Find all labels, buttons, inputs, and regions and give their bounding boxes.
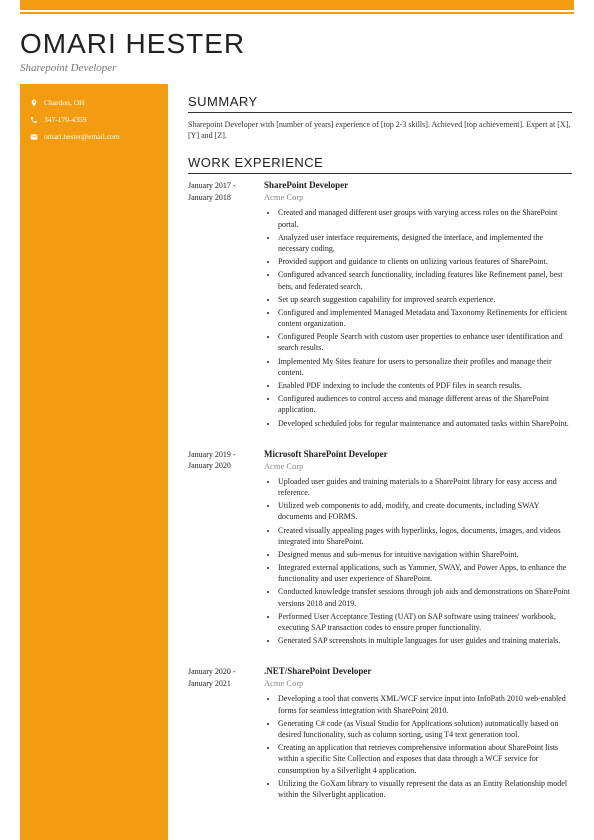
job-bullets: Developing a tool that converts XML/WCF …: [264, 693, 572, 800]
contact-phone: 347-170-4359: [30, 115, 158, 124]
job-bullet: Created visually appealing pages with hy…: [278, 525, 572, 547]
job-body: Microsoft SharePoint Developer Acme Corp U…: [264, 449, 572, 649]
contact-email: omari.hester@email.com: [30, 132, 158, 141]
job-bullet: Configured People Search with custom use…: [278, 331, 572, 353]
job-bullet: Provided support and guidance to clients…: [278, 256, 572, 267]
job-bullet: Creating an application that retrieves c…: [278, 742, 572, 776]
job-bullet: Developing a tool that converts XML/WCF …: [278, 693, 572, 715]
job-bullet: Generated SAP screenshots in multiple la…: [278, 635, 572, 646]
job-bullet: Designed menus and sub-menus for intuiti…: [278, 549, 572, 560]
top-accent-bar: [20, 0, 574, 10]
header: OMARI HESTER Sharepoint Developer: [0, 14, 594, 84]
job-entry: January 2017 - January 2018SharePoint De…: [188, 180, 572, 430]
content-column: SUMMARY Sharepoint Developer with [numbe…: [168, 84, 594, 840]
job-body: .NET/SharePoint Developer Acme Corp Develo…: [264, 666, 572, 802]
sidebar: Chardon, OH 347-170-4359 omari.hester@em…: [20, 84, 168, 840]
job-bullet: Configured audiences to control access a…: [278, 393, 572, 415]
job-bullet: Utilizing the GoXam library to visually …: [278, 778, 572, 800]
job-title: Microsoft SharePoint Developer: [264, 449, 572, 459]
summary-heading: SUMMARY: [188, 94, 572, 113]
job-bullets: Uploaded user guides and training materi…: [264, 476, 572, 647]
job-bullet: Integrated external applications, such a…: [278, 562, 572, 584]
job-bullet: Analyzed user interface requirements, de…: [278, 232, 572, 254]
jobs-list: January 2017 - January 2018SharePoint De…: [188, 180, 572, 802]
job-bullet: Implemented My Sites feature for users t…: [278, 356, 572, 378]
person-title: Sharepoint Developer: [20, 62, 574, 74]
job-title: SharePoint Developer: [264, 180, 572, 190]
person-name: OMARI HESTER: [20, 28, 574, 60]
job-bullet: Configured and implemented Managed Metad…: [278, 307, 572, 329]
phone-text: 347-170-4359: [44, 115, 87, 124]
contact-location: Chardon, OH: [30, 98, 158, 107]
job-bullet: Conducted knowledge transfer sessions th…: [278, 586, 572, 608]
job-bullet: Created and managed different user group…: [278, 207, 572, 229]
job-entry: January 2020 - January 2021.NET/SharePoi…: [188, 666, 572, 802]
location-text: Chardon, OH: [44, 98, 84, 107]
job-bullet: Set up search suggestion capability for …: [278, 294, 572, 305]
summary-section: SUMMARY Sharepoint Developer with [numbe…: [188, 94, 572, 141]
job-bullets: Created and managed different user group…: [264, 207, 572, 428]
job-bullet: Configured advanced search functionality…: [278, 269, 572, 291]
job-bullet: Enabled PDF indexing to include the cont…: [278, 380, 572, 391]
resume-page: OMARI HESTER Sharepoint Developer Chardo…: [0, 0, 594, 840]
phone-icon: [30, 116, 38, 124]
job-date: January 2019 - January 2020: [188, 449, 252, 649]
job-date: January 2017 - January 2018: [188, 180, 252, 430]
summary-text: Sharepoint Developer with [number of yea…: [188, 119, 572, 141]
job-date: January 2020 - January 2021: [188, 666, 252, 802]
job-bullet: Generating C# code (as Visual Studio for…: [278, 718, 572, 740]
email-icon: [30, 133, 38, 141]
job-bullet: Developed scheduled jobs for regular mai…: [278, 418, 572, 429]
job-title: .NET/SharePoint Developer: [264, 666, 572, 676]
job-bullet: Uploaded user guides and training materi…: [278, 476, 572, 498]
location-icon: [30, 99, 38, 107]
main-layout: Chardon, OH 347-170-4359 omari.hester@em…: [0, 84, 594, 840]
job-company: Acme Corp: [264, 192, 572, 202]
job-body: SharePoint Developer Acme Corp Created and…: [264, 180, 572, 430]
work-section: WORK EXPERIENCE January 2017 - January 2…: [188, 155, 572, 802]
job-bullet: Performed User Acceptance Testing (UAT) …: [278, 611, 572, 633]
job-company: Acme Corp: [264, 678, 572, 688]
job-company: Acme Corp: [264, 461, 572, 471]
job-entry: January 2019 - January 2020Microsoft Sha…: [188, 449, 572, 649]
job-bullet: Utilized web components to add, modify, …: [278, 500, 572, 522]
email-text: omari.hester@email.com: [44, 132, 120, 141]
work-heading: WORK EXPERIENCE: [188, 155, 572, 174]
